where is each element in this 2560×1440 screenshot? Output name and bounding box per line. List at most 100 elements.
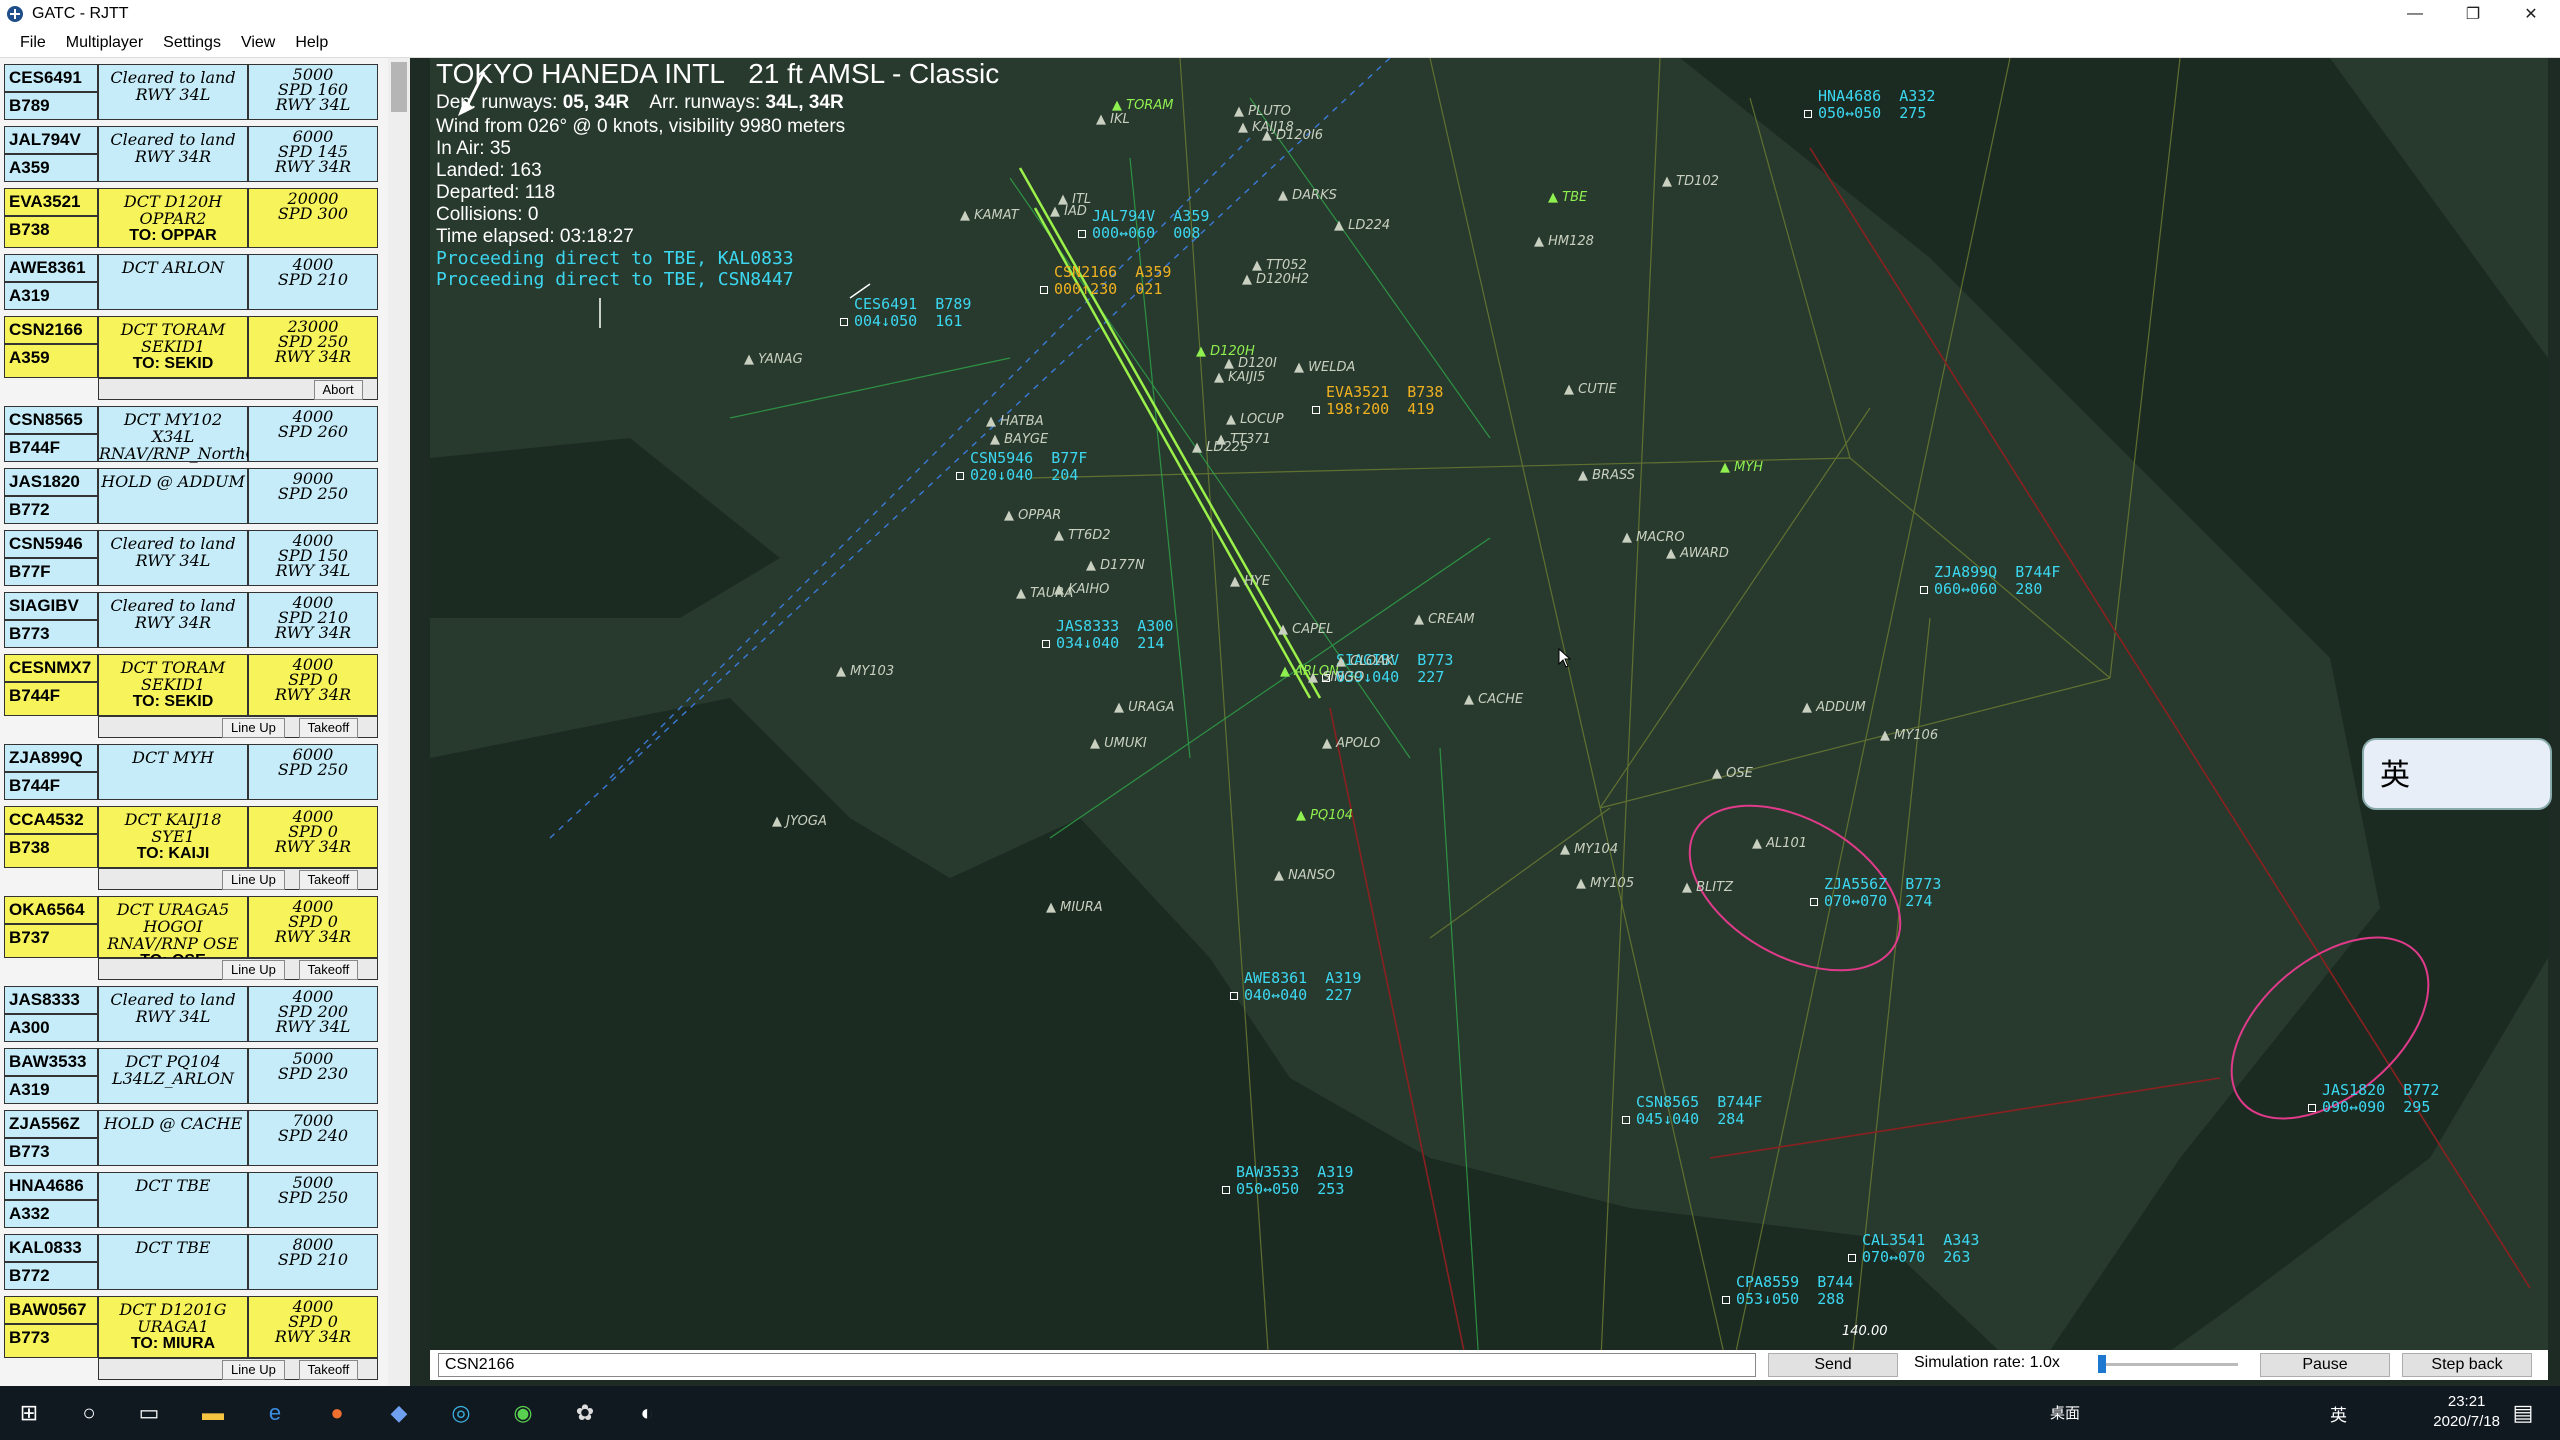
restore-button[interactable]: ❐	[2444, 0, 2502, 28]
task-view-icon[interactable]: ▭	[134, 1398, 164, 1428]
waypoint-label[interactable]: ▲ D120H2	[1242, 272, 1309, 287]
strip-instruction[interactable]: Cleared to land RWY 34L	[98, 530, 248, 586]
waypoint-label[interactable]: ▲ CACHE	[1464, 692, 1523, 707]
aircraft-tag[interactable]: EVA3521 B738 198↑200 419	[1312, 384, 1443, 418]
strip-instruction[interactable]: DCT ARLON	[98, 254, 248, 310]
waypoint-label[interactable]: ▲ ADDUM	[1802, 700, 1866, 715]
waypoint-label[interactable]: ▲ WELDA	[1294, 360, 1355, 375]
browser-icon[interactable]: ◎	[446, 1398, 476, 1428]
strip-callsign[interactable]: AWE8361	[4, 254, 98, 282]
strip-callsign[interactable]: JAL794V	[4, 126, 98, 154]
flight-strip[interactable]: JAS1820 B772 HOLD @ ADDUM 9000 SPD 250	[4, 468, 378, 524]
strip-instruction[interactable]: DCT TORAM SEKID1 TO: SEKID	[98, 316, 248, 378]
menu-view[interactable]: View	[241, 34, 275, 52]
strip-callsign[interactable]: BAW0567	[4, 1296, 98, 1324]
aircraft-tag[interactable]: CES6491 B789 004↓050 161	[840, 296, 971, 330]
radar-scope[interactable]: TOKYO HANEDA INTL 21 ft AMSL - Classic D…	[430, 58, 2548, 1380]
strip-instruction[interactable]: Cleared to land RWY 34R	[98, 592, 248, 648]
waypoint-label[interactable]: ▲ HYE	[1230, 574, 1270, 589]
aircraft-symbol[interactable]	[1722, 1296, 1730, 1304]
flight-strip[interactable]: ZJA556Z B773 HOLD @ CACHE 7000 SPD 240	[4, 1110, 378, 1166]
waypoint-label[interactable]: ▲ HATBA	[986, 414, 1044, 429]
clock[interactable]: 23:21 2020/7/18	[2433, 1392, 2500, 1432]
strip-altitude-speed[interactable]: 4000 SPD 210	[248, 254, 378, 310]
gatc-icon[interactable]: ◐	[632, 1398, 662, 1428]
strip-altitude-speed[interactable]: 6000 SPD 250	[248, 744, 378, 800]
strip-altitude-speed[interactable]: 4000 SPD 0 RWY 34R	[248, 896, 378, 958]
strip-callsign[interactable]: KAL0833	[4, 1234, 98, 1262]
strip-callsign[interactable]: OKA6564	[4, 896, 98, 924]
waypoint-label[interactable]: ▲ KAIHO	[1054, 582, 1109, 597]
aircraft-tag[interactable]: ZJA556Z B773 070↔070 274	[1810, 876, 1941, 910]
strip-altitude-speed[interactable]: 4000 SPD 0 RWY 34R	[248, 1296, 378, 1358]
takeoff-button[interactable]: Takeoff	[298, 718, 359, 738]
strip-callsign[interactable]: CCA4532	[4, 806, 98, 834]
strip-callsign[interactable]: BAW3533	[4, 1048, 98, 1076]
aircraft-symbol[interactable]	[1078, 230, 1086, 238]
waypoint-label[interactable]: ▲ SINGO	[1308, 670, 1364, 685]
aircraft-tag[interactable]: CSN8565 B744F 045↓040 284	[1622, 1094, 1762, 1128]
flight-strip[interactable]: AWE8361 A319 DCT ARLON 4000 SPD 210	[4, 254, 378, 310]
ime-widget[interactable]: 英	[2362, 738, 2552, 810]
flight-strip[interactable]: CES6491 B789 Cleared to land RWY 34L 5000 SPD…	[4, 64, 378, 120]
waypoint-label[interactable]: ▲ BAYGE	[990, 432, 1048, 447]
aircraft-symbol[interactable]	[1230, 992, 1238, 1000]
flight-strip[interactable]: SIAGIBV B773 Cleared to land RWY 34R 4000 SPD…	[4, 592, 378, 648]
waypoint-label[interactable]: ▲ APOLO	[1322, 736, 1380, 751]
aircraft-tag[interactable]: AWE8361 A319 040↔040 227	[1230, 970, 1361, 1004]
strip-instruction[interactable]: Cleared to land RWY 34R	[98, 126, 248, 182]
tray-lang[interactable]: 英	[2330, 1401, 2347, 1426]
aircraft-tag[interactable]: CPA8559 B744 053↓050 288	[1722, 1274, 1853, 1308]
flight-strip[interactable]: BAW3533 A319 DCT PQ104 L34LZ_ARLON 5000 SPD 2…	[4, 1048, 378, 1104]
waypoint-label[interactable]: ▲ MYH	[1720, 460, 1763, 475]
strip-altitude-speed[interactable]: 6000 SPD 145 RWY 34R	[248, 126, 378, 182]
aircraft-symbol[interactable]	[1810, 898, 1818, 906]
strip-altitude-speed[interactable]: 23000 SPD 250 RWY 34R	[248, 316, 378, 378]
strip-altitude-speed[interactable]: 8000 SPD 210	[248, 1234, 378, 1290]
waypoint-label[interactable]: ▲ MY106	[1880, 728, 1938, 743]
file-explorer-icon[interactable]: ▬	[198, 1398, 228, 1428]
close-button[interactable]: ✕	[2502, 0, 2560, 28]
aircraft-tag[interactable]: JAS1820 B772 090↔090 295	[2308, 1082, 2439, 1116]
simulation-rate-slider[interactable]	[2098, 1355, 2238, 1373]
takeoff-button[interactable]: Takeoff	[298, 870, 359, 890]
waypoint-label[interactable]: ▲ DARKS	[1278, 188, 1337, 203]
strip-instruction[interactable]: DCT TORAM SEKID1 TO: SEKID	[98, 654, 248, 716]
line-up-button[interactable]: Line Up	[222, 1360, 285, 1380]
strip-altitude-speed[interactable]: 4000 SPD 200 RWY 34L	[248, 986, 378, 1042]
strip-instruction[interactable]: HOLD @ ADDUM	[98, 468, 248, 524]
waypoint-label[interactable]: ▲ IAD	[1050, 204, 1087, 219]
waypoint-label[interactable]: ▲ D120I	[1224, 356, 1277, 371]
takeoff-button[interactable]: Takeoff	[298, 1360, 359, 1380]
waypoint-label[interactable]: ▲ TT6D2	[1054, 528, 1111, 543]
waypoint-label[interactable]: ▲ PQ104	[1296, 808, 1353, 823]
aircraft-symbol[interactable]	[1312, 406, 1320, 414]
strip-callsign[interactable]: HNA4686	[4, 1172, 98, 1200]
menu-file[interactable]: File	[20, 34, 46, 52]
start-icon[interactable]: ⊞	[14, 1398, 44, 1428]
flight-strip[interactable]: BAW0567 B773 DCT D1201G URAGA1 TO: MIURA 4000…	[4, 1296, 378, 1380]
line-up-button[interactable]: Line Up	[222, 718, 285, 738]
menu-multiplayer[interactable]: Multiplayer	[66, 34, 143, 52]
waypoint-label[interactable]: ▲ LD224	[1334, 218, 1390, 233]
aircraft-symbol[interactable]	[1622, 1116, 1630, 1124]
strip-callsign[interactable]: ZJA899Q	[4, 744, 98, 772]
line-up-button[interactable]: Line Up	[222, 870, 285, 890]
waypoint-label[interactable]: ▲ LD225	[1192, 440, 1248, 455]
flight-strip[interactable]: EVA3521 B738 DCT D120H OPPAR2 TO: OPPAR 20000…	[4, 188, 378, 248]
flight-strip[interactable]: OKA6564B737DCT URAGA5HOGOI RNAV/RNP OSET…	[4, 896, 378, 980]
strip-callsign[interactable]: JAS1820	[4, 468, 98, 496]
waypoint-label[interactable]: ▲ MIURA	[1046, 900, 1103, 915]
waypoint-label[interactable]: ▲ KAMAT	[960, 208, 1019, 223]
strip-altitude-speed[interactable]: 4000 SPD 260	[248, 406, 378, 462]
aircraft-tag[interactable]: CAL3541 A343 070↔070 263	[1848, 1232, 1979, 1266]
pause-button[interactable]: Pause	[2260, 1353, 2390, 1377]
line-up-button[interactable]: Line Up	[222, 960, 285, 980]
waypoint-label[interactable]: ▲ D177N	[1086, 558, 1145, 573]
step-back-button[interactable]: Step back	[2402, 1353, 2532, 1377]
aircraft-symbol[interactable]	[956, 472, 964, 480]
flight-strip[interactable]: CSN2166 A359 DCT TORAM SEKID1 TO: SEKID 23000…	[4, 316, 378, 400]
strip-altitude-speed[interactable]: 4000 SPD 210 RWY 34R	[248, 592, 378, 648]
waypoint-label[interactable]: ▲ CLOAK	[1336, 654, 1394, 669]
strip-callsign[interactable]: CSN8565	[4, 406, 98, 434]
